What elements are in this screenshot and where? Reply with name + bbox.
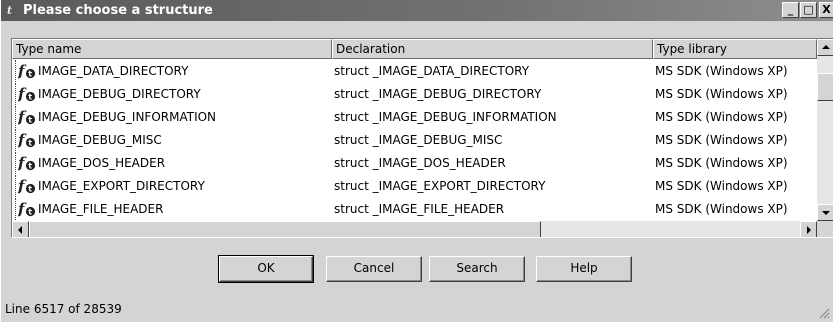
vertical-scroll-thumb[interactable] [817, 73, 833, 101]
svg-text:f: f [18, 131, 27, 149]
arrow-down-icon [822, 211, 830, 215]
declaration-cell: struct _IMAGE_FILE_HEADER [334, 202, 505, 216]
column-header-type-name[interactable]: Type name [12, 39, 332, 59]
scroll-up-button[interactable] [817, 39, 833, 56]
vertical-scrollbar[interactable] [817, 39, 833, 221]
declaration-cell: struct _IMAGE_DEBUG_INFORMATION [334, 110, 557, 124]
horizontal-scrollbar[interactable] [12, 221, 817, 237]
declaration-cell: struct _IMAGE_DEBUG_MISC [334, 133, 503, 147]
scrollbar-corner [817, 221, 833, 237]
title-bar[interactable]: t Please choose a structure _ □ X [1, 0, 833, 21]
resize-grip-icon[interactable] [818, 307, 830, 319]
table-row[interactable]: f t IMAGE_EXPORT_DIRECTORY struct _IMAGE_EX… [12, 175, 817, 197]
function-icon: ft [18, 177, 36, 195]
arrow-left-icon [18, 226, 22, 234]
status-text: Line 6517 of 28539 [5, 302, 122, 316]
table-row[interactable]: f t IMAGE_DATA_DIRECTORY struct _IMAGE_DATA… [12, 60, 817, 82]
declaration-cell: struct _IMAGE_DOS_HEADER [334, 156, 506, 170]
declaration-cell: struct _IMAGE_DEBUG_DIRECTORY [334, 87, 542, 101]
minimize-button[interactable]: _ [782, 2, 799, 18]
scroll-left-button[interactable] [12, 221, 29, 237]
svg-text:t: t [28, 162, 32, 171]
type-name-cell: IMAGE_DEBUG_DIRECTORY [38, 87, 201, 101]
column-header-type-library[interactable]: Type library [653, 39, 817, 59]
scroll-down-button[interactable] [817, 204, 833, 221]
tree-line [15, 175, 16, 197]
svg-text:f: f [18, 108, 27, 126]
type-name-cell: IMAGE_FILE_HEADER [38, 202, 164, 216]
svg-text:f: f [18, 62, 27, 80]
structure-list[interactable]: Type name Declaration Type library f t IMA… [11, 38, 833, 238]
type-name-cell: IMAGE_DEBUG_MISC [38, 133, 162, 147]
app-icon: t [7, 4, 13, 17]
svg-text:t: t [28, 185, 32, 194]
table-row[interactable]: f t IMAGE_DOS_HEADER struct _IMAGE_DOS_HEAD… [12, 152, 817, 174]
type-name-cell: IMAGE_DATA_DIRECTORY [38, 64, 189, 78]
type-library-cell: MS SDK (Windows XP) [655, 110, 788, 124]
close-button[interactable]: X [819, 2, 833, 18]
tree-line [15, 60, 16, 82]
type-name-cell: IMAGE_EXPORT_DIRECTORY [38, 179, 205, 193]
search-button[interactable]: Search [429, 256, 525, 282]
cancel-button[interactable]: Cancel [326, 256, 422, 282]
svg-text:t: t [28, 70, 32, 79]
table-row[interactable]: f t IMAGE_DEBUG_MISC struct _IMAGE_DEBUG_MI… [12, 129, 817, 151]
tree-line [15, 152, 16, 174]
function-icon: ft [18, 85, 36, 103]
column-header-declaration[interactable]: Declaration [332, 39, 653, 59]
type-library-cell: MS SDK (Windows XP) [655, 87, 788, 101]
svg-text:t: t [28, 139, 32, 148]
svg-text:t: t [28, 93, 32, 102]
type-name-cell: IMAGE_DOS_HEADER [38, 156, 166, 170]
type-library-cell: MS SDK (Windows XP) [655, 156, 788, 170]
table-row[interactable]: f t IMAGE_DEBUG_INFORMATION struct _IMAGE_D… [12, 106, 817, 128]
declaration-cell: struct _IMAGE_EXPORT_DIRECTORY [334, 179, 546, 193]
function-icon: ft [18, 200, 36, 218]
svg-text:t: t [28, 116, 32, 125]
svg-text:f: f [18, 154, 27, 172]
arrow-right-icon [807, 226, 811, 234]
function-icon: ft [18, 108, 36, 126]
arrow-up-icon [822, 45, 830, 49]
function-icon: ft [18, 131, 36, 149]
tree-line [15, 129, 16, 151]
ok-button[interactable]: OK [219, 256, 313, 282]
function-icon: ft [18, 154, 36, 172]
type-library-cell: MS SDK (Windows XP) [655, 64, 788, 78]
svg-text:f: f [18, 200, 27, 218]
type-library-cell: MS SDK (Windows XP) [655, 202, 788, 216]
help-button[interactable]: Help [536, 256, 632, 282]
structure-chooser-dialog: t Please choose a structure _ □ X Type n… [0, 0, 833, 322]
tree-line [15, 106, 16, 128]
table-row[interactable]: f t IMAGE_DEBUG_DIRECTORY struct _IMAGE_DEB… [12, 83, 817, 105]
table-row[interactable]: f t IMAGE_FILE_HEADER struct _IMAGE_FILE_HE… [12, 198, 817, 220]
svg-text:f: f [18, 177, 27, 195]
svg-text:f: f [18, 85, 27, 103]
window-title: Please choose a structure [23, 3, 213, 18]
maximize-button[interactable]: □ [800, 2, 817, 18]
tree-line [15, 198, 16, 220]
scroll-right-button[interactable] [800, 221, 817, 237]
svg-text:t: t [28, 208, 32, 217]
tree-line [15, 83, 16, 105]
type-library-cell: MS SDK (Windows XP) [655, 179, 788, 193]
declaration-cell: struct _IMAGE_DATA_DIRECTORY [334, 64, 530, 78]
function-icon: ft [18, 62, 36, 80]
horizontal-scroll-thumb[interactable] [29, 221, 541, 237]
type-library-cell: MS SDK (Windows XP) [655, 133, 788, 147]
type-name-cell: IMAGE_DEBUG_INFORMATION [38, 110, 217, 124]
